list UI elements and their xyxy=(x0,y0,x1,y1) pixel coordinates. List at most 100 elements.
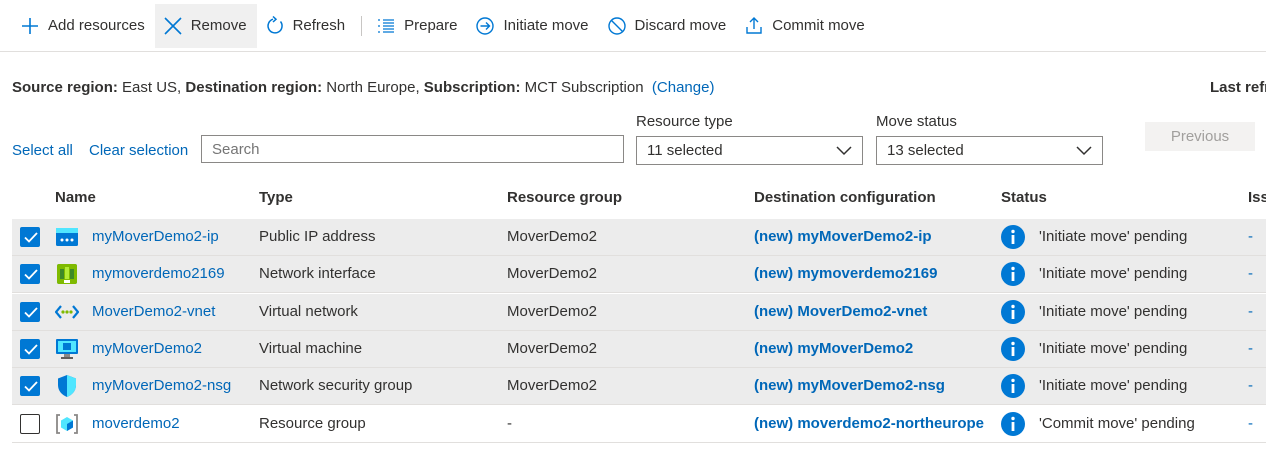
subscription-label: Subscription: xyxy=(423,79,521,96)
resource-type-cell: Network security group xyxy=(259,377,413,394)
destination-config-link[interactable]: (new) myMoverDemo2 xyxy=(754,340,913,357)
chevron-down-icon xyxy=(1076,145,1092,155)
resource-group-cell: MoverDemo2 xyxy=(507,303,598,320)
toolbar-divider xyxy=(361,15,363,36)
column-header-destination[interactable]: Destination configuration xyxy=(754,189,936,206)
public-ip-icon xyxy=(55,225,79,249)
resource-name-link[interactable]: myMoverDemo2 xyxy=(92,340,202,357)
checkmark-icon xyxy=(24,381,38,392)
column-header-issues[interactable]: Iss xyxy=(1248,189,1266,206)
table-row[interactable]: myMoverDemo2-ip Public IP address MoverDem… xyxy=(12,219,1266,256)
table-row[interactable]: myMoverDemo2 Virtual machine MoverDemo2 (ne… xyxy=(12,331,1266,368)
checkmark-icon xyxy=(24,307,38,318)
column-header-status[interactable]: Status xyxy=(1001,189,1047,206)
initiate-move-button[interactable]: Initiate move xyxy=(467,4,598,48)
issues-link[interactable]: - xyxy=(1248,265,1253,282)
command-bar: Add resources Remove Refresh Prepare Ini… xyxy=(0,0,1266,52)
status-text: 'Initiate move' pending xyxy=(1039,377,1188,394)
prohibited-icon xyxy=(607,16,626,35)
resource-name-link[interactable]: MoverDemo2-vnet xyxy=(92,303,215,320)
resource-type-cell: Resource group xyxy=(259,415,366,432)
table-row[interactable]: myMoverDemo2-nsg Network security group Mo… xyxy=(12,368,1266,405)
destination-config-link[interactable]: (new) moverdemo2-northeurope xyxy=(754,415,984,432)
row-checkbox[interactable] xyxy=(20,227,40,247)
initiate-move-label: Initiate move xyxy=(503,17,589,34)
prepare-button[interactable]: Prepare xyxy=(368,4,467,48)
network-security-group-icon xyxy=(55,374,79,398)
row-checkbox[interactable] xyxy=(20,302,40,322)
resource-name-link[interactable]: mymoverdemo2169 xyxy=(92,265,225,282)
move-status-dropdown[interactable]: 13 selected xyxy=(876,136,1103,165)
info-icon xyxy=(1001,337,1025,361)
resource-type-cell: Public IP address xyxy=(259,228,376,245)
status-text: 'Initiate move' pending xyxy=(1039,228,1188,245)
resource-type-cell: Network interface xyxy=(259,265,376,282)
previous-button[interactable]: Previous xyxy=(1145,122,1255,151)
info-icon xyxy=(1001,300,1025,324)
discard-move-label: Discard move xyxy=(634,17,727,34)
select-all-link[interactable]: Select all xyxy=(12,142,73,159)
prepare-label: Prepare xyxy=(404,17,458,34)
destination-region-label: Destination region: xyxy=(185,79,323,96)
last-refresh-label: Last refr xyxy=(1210,79,1266,96)
subscription-value: MCT Subscription xyxy=(524,79,644,96)
status-text: 'Initiate move' pending xyxy=(1039,303,1188,320)
destination-config-link[interactable]: (new) MoverDemo2-vnet xyxy=(754,303,927,320)
close-icon xyxy=(164,16,182,35)
add-resources-button[interactable]: Add resources xyxy=(12,4,155,48)
issues-link[interactable]: - xyxy=(1248,228,1253,245)
status-text: 'Initiate move' pending xyxy=(1039,265,1188,282)
plus-icon xyxy=(22,17,38,34)
resource-group-cell: MoverDemo2 xyxy=(507,228,598,245)
source-region-value: East US, xyxy=(122,79,182,96)
checkmark-icon xyxy=(24,269,38,280)
column-header-name[interactable]: Name xyxy=(55,189,96,206)
destination-config-link[interactable]: (new) myMoverDemo2-ip xyxy=(754,228,932,245)
clear-selection-link[interactable]: Clear selection xyxy=(89,142,188,159)
search-input[interactable] xyxy=(201,135,624,163)
issues-link[interactable]: - xyxy=(1248,303,1253,320)
resource-name-link[interactable]: myMoverDemo2-ip xyxy=(92,228,219,245)
issues-link[interactable]: - xyxy=(1248,377,1253,394)
table-row[interactable]: moverdemo2 Resource group - (new) moverdemo… xyxy=(12,406,1266,443)
column-header-type[interactable]: Type xyxy=(259,189,293,206)
table-row[interactable]: MoverDemo2-vnet Virtual network MoverDemo2… xyxy=(12,294,1266,331)
resource-group-cell: MoverDemo2 xyxy=(507,340,598,357)
source-region-label: Source region: xyxy=(12,79,118,96)
chevron-down-icon xyxy=(836,145,852,155)
change-link[interactable]: (Change) xyxy=(652,79,715,96)
region-summary: Source region: East US, Destination regi… xyxy=(12,79,714,96)
issues-link[interactable]: - xyxy=(1248,340,1253,357)
info-icon xyxy=(1001,412,1025,436)
upload-icon xyxy=(746,16,762,34)
resource-group-cell: MoverDemo2 xyxy=(507,377,598,394)
remove-button[interactable]: Remove xyxy=(154,3,257,48)
refresh-label: Refresh xyxy=(292,17,346,34)
refresh-button[interactable]: Refresh xyxy=(257,4,356,48)
resource-group-cell: - xyxy=(507,415,512,432)
row-checkbox[interactable] xyxy=(20,376,40,396)
destination-config-link[interactable]: (new) myMoverDemo2-nsg xyxy=(754,377,945,394)
resource-type-cell: Virtual machine xyxy=(259,340,363,357)
column-header-resource-group[interactable]: Resource group xyxy=(507,189,622,206)
row-checkbox[interactable] xyxy=(20,414,40,434)
destination-config-link[interactable]: (new) mymoverdemo2169 xyxy=(754,265,937,282)
info-icon xyxy=(1001,225,1025,249)
checkmark-icon xyxy=(24,344,38,355)
remove-label: Remove xyxy=(190,17,247,34)
status-text: 'Commit move' pending xyxy=(1039,415,1195,432)
virtual-machine-icon xyxy=(55,337,79,361)
commit-move-button[interactable]: Commit move xyxy=(736,4,875,48)
virtual-network-icon xyxy=(54,300,80,324)
issues-link[interactable]: - xyxy=(1248,415,1253,432)
table-row[interactable]: mymoverdemo2169 Network interface MoverDem… xyxy=(12,256,1266,293)
row-checkbox[interactable] xyxy=(20,264,40,284)
resource-name-link[interactable]: moverdemo2 xyxy=(92,415,180,432)
status-text: 'Initiate move' pending xyxy=(1039,340,1188,357)
row-checkbox[interactable] xyxy=(20,339,40,359)
move-status-value: 13 selected xyxy=(887,142,964,159)
discard-move-button[interactable]: Discard move xyxy=(599,4,737,48)
resource-type-dropdown[interactable]: 11 selected xyxy=(636,136,863,165)
resource-name-link[interactable]: myMoverDemo2-nsg xyxy=(92,377,231,394)
network-interface-icon xyxy=(55,262,79,286)
